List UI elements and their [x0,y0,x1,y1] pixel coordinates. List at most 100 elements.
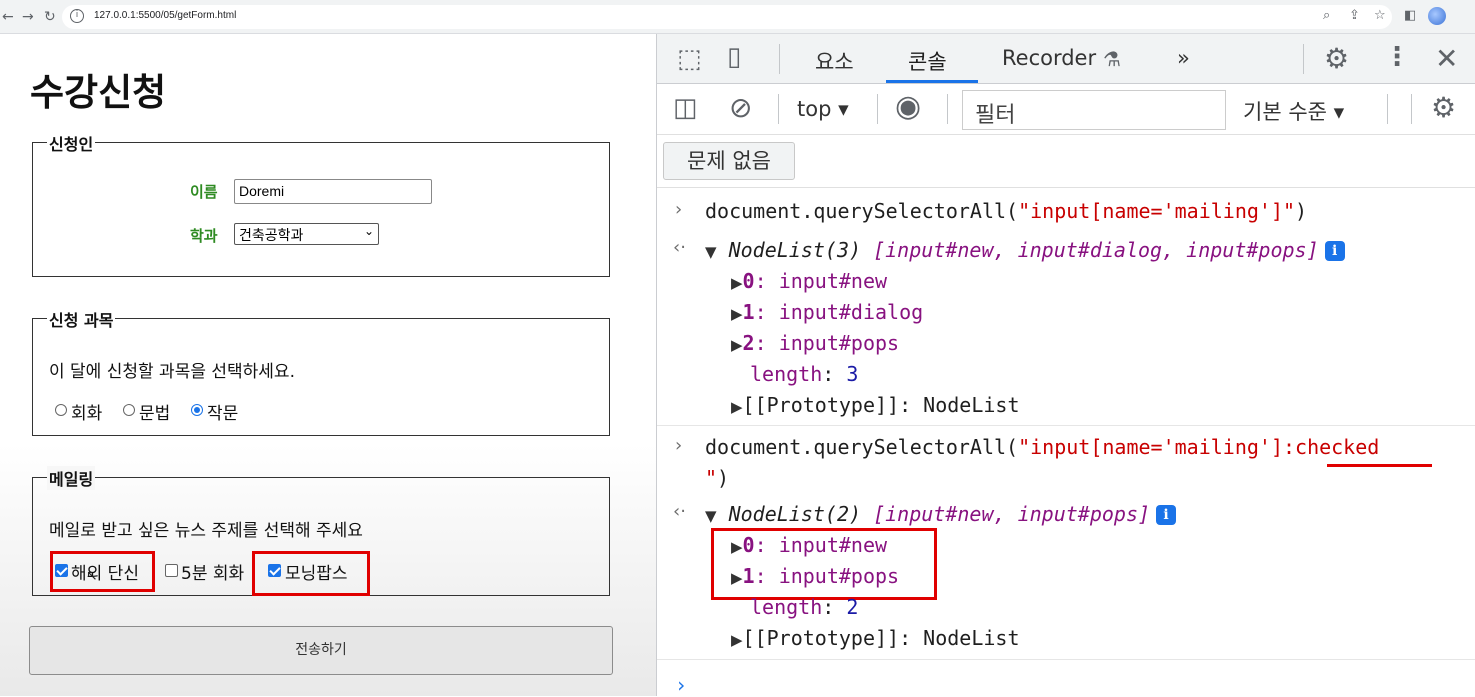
result-return-icon: ‹· [673,501,686,522]
live-expression-eye-icon[interactable]: ◉ [895,89,921,124]
tab-separator-right [1303,44,1304,74]
forward-icon[interactable]: → [22,9,34,25]
length-value: 3 [846,362,859,386]
settings-gear-icon[interactable]: ⚙ [1324,42,1349,75]
dept-select-value: 건축공학과 [239,228,304,244]
back-icon[interactable]: ← [2,9,14,25]
console-divider [657,659,1475,660]
dept-label: 학과 [190,227,218,245]
item-key: 2 [742,331,755,355]
profile-avatar[interactable] [1428,7,1446,25]
console-settings-gear-icon[interactable]: ⚙ [1431,91,1456,124]
tab-recorder[interactable]: Recorder [1002,46,1096,70]
device-toolbar-icon[interactable]: ▯ [727,42,741,72]
log-level-select[interactable]: 기본 수준 ▾ [1243,96,1344,126]
context-select-value: top [797,97,832,121]
more-tabs-button[interactable]: » [1177,46,1190,70]
result-2-length: length: 2 [750,595,859,619]
course-legend: 신청 과목 [47,307,116,331]
devtools-panel: ⬚ ▯ 요소 콘솔 Recorder ⚗ » ⚙ ⋮ ✕ ◫ ⊘ top ▾ ◉… [656,34,1475,697]
result-2-prototype[interactable]: ▶[[Prototype]]: NodeList [731,626,1020,650]
console-toolbar: ◫ ⊘ top ▾ ◉ 필터 기본 수준 ▾ ⚙ [657,85,1475,135]
site-info-icon[interactable]: i [70,9,84,23]
result-1-item-1[interactable]: ▶1: input#dialog [731,300,923,324]
flask-icon: ⚗ [1103,47,1121,71]
zoom-icon[interactable]: ⌕ [1323,8,1330,23]
bookmark-star-icon[interactable]: ☆ [1374,8,1386,23]
clear-console-icon[interactable]: ⊘ [729,91,752,124]
radio-grammar-label[interactable]: 문법 [139,399,170,424]
toolbar-separator [778,94,779,124]
info-icon[interactable]: i [1324,241,1345,261]
context-select[interactable]: top ▾ [797,97,849,121]
page-title: 수강신청 [30,71,167,114]
console-input-prompt[interactable]: › [675,673,687,697]
address-url[interactable]: 127.0.0.1:5500/05/getForm.html [94,10,236,21]
item-value: input#new [778,269,888,293]
prototype-text: [[Prototype]]: NodeList [742,626,1020,650]
name-input[interactable]: Doremi [234,179,432,204]
side-panel-icon[interactable]: ◧ [1404,8,1416,23]
console-command-1[interactable]: document.querySelectorAll("input[name='m… [705,199,1307,223]
reload-icon[interactable]: ↻ [44,9,56,25]
cmd1-arg: "input[name='mailing']" [1018,199,1296,223]
result-2-head: NodeList(2) [728,502,874,526]
radio-writing-label[interactable]: 작문 [207,399,238,424]
prototype-text: [[Prototype]]: NodeList [742,393,1020,417]
address-bar[interactable]: i 127.0.0.1:5500/05/getForm.html [62,5,1392,29]
console-command-2[interactable]: document.querySelectorAll("input[name='m… [705,435,1379,459]
length-value: 2 [846,595,859,619]
result-return-icon: ‹· [673,237,686,258]
toolbar-separator-5 [1411,94,1412,124]
result-1-item-0[interactable]: ▶0: input#new [731,269,887,293]
inspect-element-icon[interactable]: ⬚ [677,44,702,74]
page-viewport: 수강신청 신청인 이름 Doremi 학과 건축공학과 ⌄ 신청 과목 이 달에… [0,34,656,696]
result-2-list: [input#new, input#pops] [873,502,1151,526]
length-key: length [750,595,823,619]
highlight-underline [1327,464,1432,467]
cmd2-arg-line2: " [705,466,718,490]
tab-elements[interactable]: 요소 [815,46,854,76]
radio-writing[interactable] [191,404,203,416]
name-label: 이름 [190,183,218,201]
toolbar-separator-2 [877,94,878,124]
issues-button[interactable]: 문제 없음 [663,142,795,180]
radio-grammar[interactable] [123,404,135,416]
console-divider [657,425,1475,426]
result-1-item-2[interactable]: ▶2: input#pops [731,331,899,355]
result-1-head: NodeList(3) [728,238,874,262]
radio-conversation-label[interactable]: 회화 [71,399,102,424]
item-key: 1 [742,300,755,324]
result-1-header[interactable]: ▼ NodeList(3) [input#new, input#dialog, … [705,238,1345,262]
input-chevron-icon: › [675,435,683,456]
collapse-arrow-icon: ▶ [731,336,743,354]
result-2-header[interactable]: ▼ NodeList(2) [input#new, input#pops] i [705,502,1177,526]
checkbox-dialog[interactable] [165,564,178,577]
radio-conversation[interactable] [55,404,67,416]
highlight-box-pops [252,551,370,596]
log-level-value: 기본 수준 [1243,100,1327,124]
mailing-instruction: 메일로 받고 싶은 뉴스 주제를 선택해 주세요 [49,521,363,541]
applicant-legend: 신청인 [47,131,96,155]
collapse-arrow-icon: ▶ [731,274,743,292]
checkbox-dialog-label[interactable]: 5분 회화 [181,559,244,584]
highlight-box-results [711,528,937,600]
tab-console[interactable]: 콘솔 [908,46,947,76]
collapse-arrow-icon: ▶ [731,305,743,323]
length-key: length [750,362,823,386]
sidebar-toggle-icon[interactable]: ◫ [673,93,698,123]
more-options-icon[interactable]: ⋮ [1384,42,1410,72]
close-icon[interactable]: ✕ [1435,42,1458,75]
share-icon[interactable]: ⇪ [1349,8,1360,23]
expand-arrow-icon: ▼ [705,507,717,525]
console-filter-input[interactable]: 필터 [962,90,1226,130]
dept-select[interactable]: 건축공학과 ⌄ [234,223,379,245]
console-command-2-cont[interactable]: ") [705,466,729,490]
applicant-fieldset: 신청인 이름 Doremi 학과 건축공학과 ⌄ [32,131,610,277]
info-icon[interactable]: i [1156,505,1177,525]
console-output: › document.querySelectorAll("input[name=… [657,189,1475,697]
result-1-length: length: 3 [750,362,859,386]
result-1-prototype[interactable]: ▶[[Prototype]]: NodeList [731,393,1020,417]
submit-button[interactable]: 전송하기 [29,626,613,675]
cmd1-suffix: ) [1295,199,1308,223]
